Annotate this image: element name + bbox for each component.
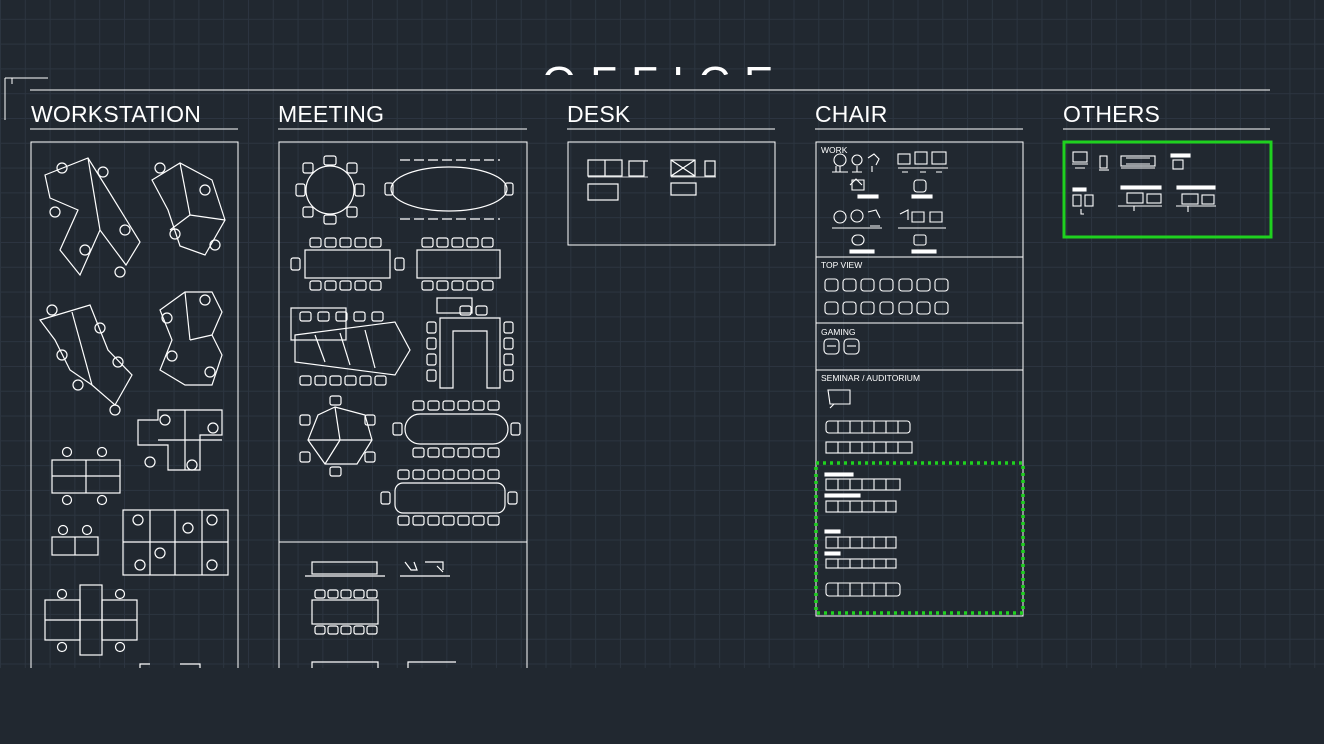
workstation-symbols [39, 157, 229, 668]
meeting-symbols [290, 155, 521, 668]
others-heading[interactable]: OTHERS [1063, 101, 1160, 128]
meeting-panel [278, 141, 528, 668]
workstation-heading[interactable]: WORKSTATION [31, 101, 201, 128]
cad-drawing-canvas[interactable]: OFFICE [0, 0, 1324, 668]
desk-symbols [587, 159, 716, 201]
desk-heading[interactable]: DESK [567, 101, 630, 128]
seminar-selection-box [814, 461, 1025, 615]
chair-section-work: WORK [821, 145, 848, 155]
chair-section-seminar: SEMINAR / AUDITORIUM [821, 373, 921, 383]
others-selection-box [1062, 140, 1273, 239]
meeting-heading[interactable]: MEETING [278, 101, 384, 128]
chair-section-gaming: GAMING [821, 327, 856, 337]
others-symbols [1072, 151, 1216, 215]
chair-heading[interactable]: CHAIR [815, 101, 888, 128]
chair-section-top-view: TOP VIEW [821, 260, 863, 270]
